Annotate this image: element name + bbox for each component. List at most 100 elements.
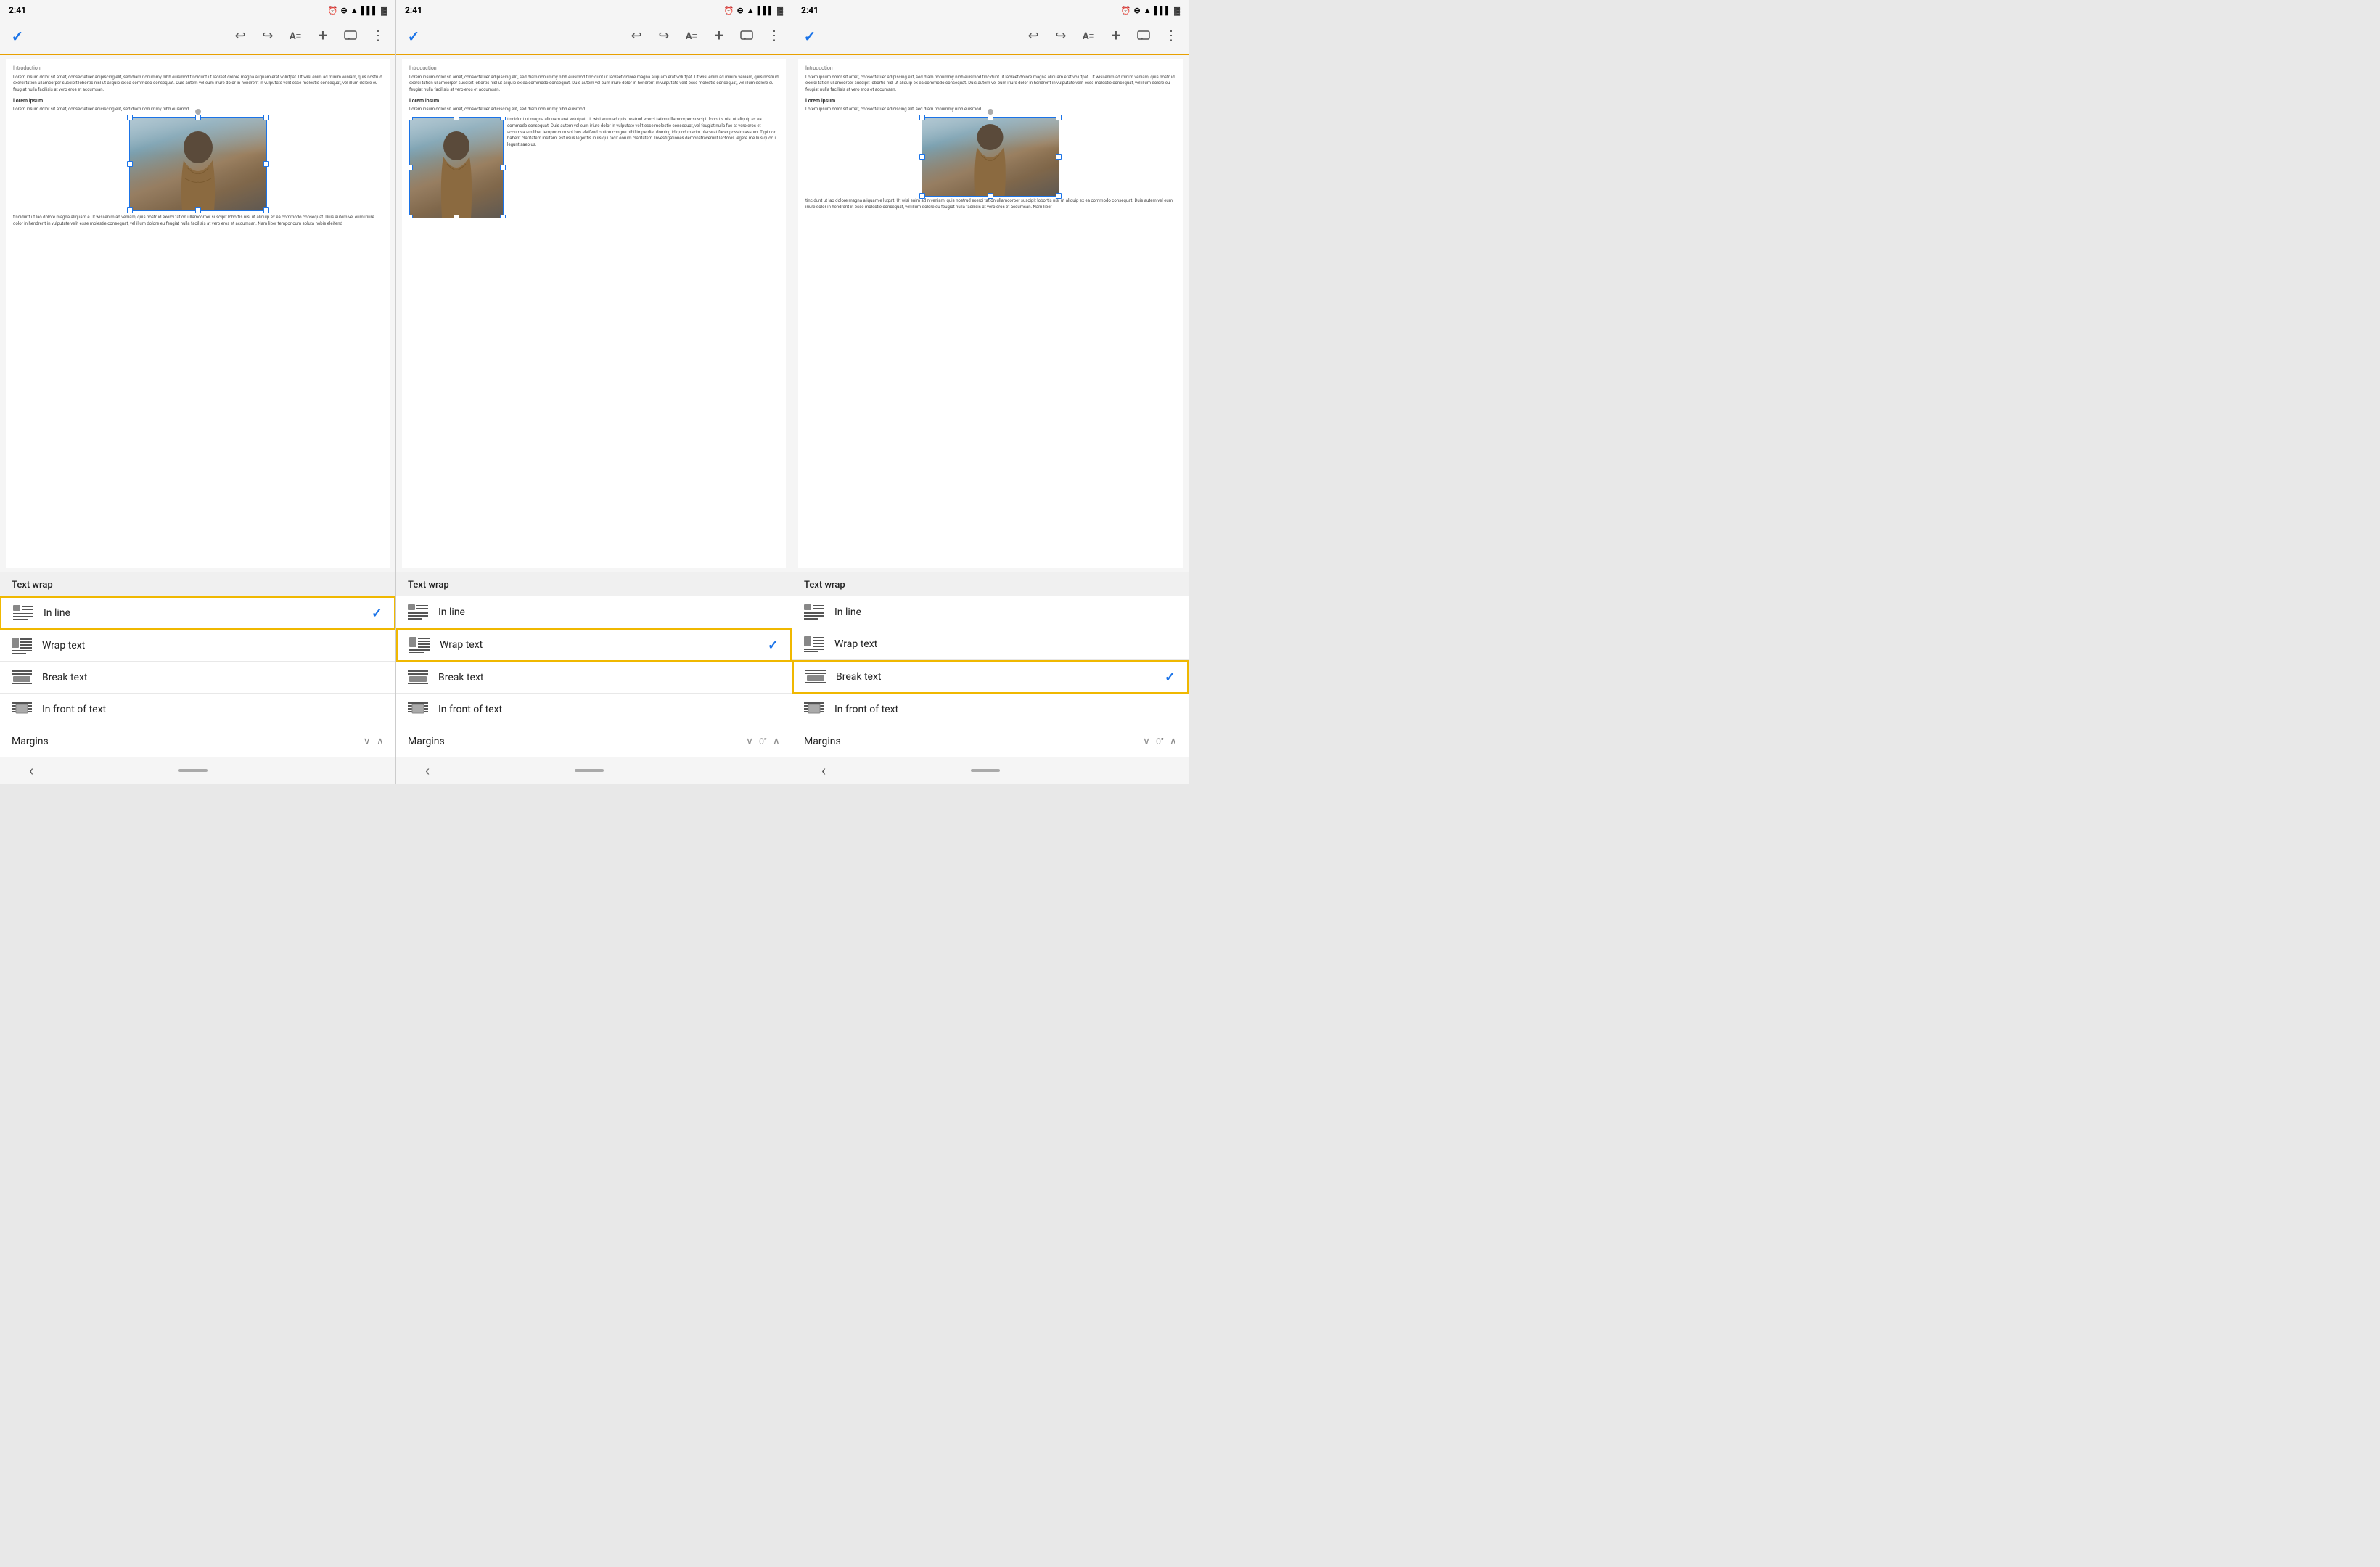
- redo-button[interactable]: ↪: [256, 25, 279, 48]
- margins-label-3: Margins: [804, 736, 1143, 747]
- margins-up-1[interactable]: ∧: [377, 736, 384, 747]
- inline-label-1: In line: [44, 607, 372, 619]
- body-text-2: Lorem ipsum dolor sit amet, consectetuer…: [409, 75, 779, 94]
- undo-button-2[interactable]: ↩: [625, 25, 648, 48]
- textwrap-break-3[interactable]: Break text ✓: [792, 660, 1189, 694]
- status-bar-2: 2:41 ⏰ ⊖ ▲ ▌▌▌ ▓: [396, 0, 792, 20]
- wrap-icon-1: [12, 638, 32, 654]
- comment-button-2[interactable]: [735, 25, 758, 48]
- check-button-3[interactable]: ✓: [798, 25, 821, 48]
- front-icon-2: [408, 702, 428, 717]
- toolbar-1: ✓ ↩ ↪ A≡ + ⋮: [0, 20, 395, 52]
- front-label-2: In front of text: [438, 704, 780, 715]
- back-button-1[interactable]: ‹: [29, 762, 33, 779]
- back-button-2[interactable]: ‹: [425, 762, 430, 779]
- inline-check-1: ✓: [372, 606, 382, 621]
- comment-button-3[interactable]: [1132, 25, 1155, 48]
- wifi-icon-3: ▲: [1144, 6, 1152, 15]
- intro-label-2: Introduction: [409, 65, 779, 73]
- body-text-3: Lorem ipsum dolor sit amet, consectetuer…: [805, 75, 1175, 94]
- redo-button-3[interactable]: ↪: [1049, 25, 1072, 48]
- more-button-3[interactable]: ⋮: [1160, 25, 1183, 48]
- format-button-3[interactable]: A≡: [1077, 25, 1100, 48]
- intro-label-3: Introduction: [805, 65, 1175, 73]
- wifi-icon: ▲: [350, 6, 358, 15]
- format-button-2[interactable]: A≡: [680, 25, 703, 48]
- signal-icon-3: ▌▌▌: [1154, 6, 1171, 15]
- status-icons-1: ⏰ ⊖ ▲ ▌▌▌ ▓: [328, 6, 387, 15]
- textwrap-inline-1[interactable]: In line ✓: [0, 596, 395, 630]
- image-container-1[interactable]: [13, 117, 382, 211]
- margins-down-1[interactable]: ∨: [364, 736, 371, 747]
- add-button-3[interactable]: +: [1104, 25, 1128, 48]
- wrap-icon-2: [409, 637, 430, 653]
- status-icons-2: ⏰ ⊖ ▲ ▌▌▌ ▓: [724, 6, 783, 15]
- front-label-1: In front of text: [42, 704, 384, 715]
- check-button-2[interactable]: ✓: [402, 25, 425, 48]
- signal-icon-2: ▌▌▌: [758, 6, 774, 15]
- toolbar-3: ✓ ↩ ↪ A≡ + ⋮: [792, 20, 1189, 52]
- margins-up-2[interactable]: ∧: [773, 736, 780, 747]
- textwrap-break-1[interactable]: Break text: [0, 662, 395, 694]
- nav-bar-2: ‹: [396, 757, 792, 784]
- margins-up-3[interactable]: ∧: [1170, 736, 1177, 747]
- more-button[interactable]: ⋮: [366, 25, 390, 48]
- wrap-label-1: Wrap text: [42, 640, 384, 651]
- inline-label-3: In line: [834, 606, 1177, 618]
- alarm-icon-2: ⏰: [724, 6, 734, 15]
- textwrap-section-3: Text wrap In line: [792, 572, 1189, 757]
- document-2: Introduction Lorem ipsum dolor sit amet,…: [402, 59, 786, 568]
- wrap-label-3: Wrap text: [834, 638, 1177, 650]
- inline-icon-2: [408, 604, 428, 620]
- textwrap-inline-3[interactable]: In line: [792, 596, 1189, 628]
- textwrap-inline-2[interactable]: In line: [396, 596, 792, 628]
- inline-label-2: In line: [438, 606, 780, 618]
- undo-button-3[interactable]: ↩: [1022, 25, 1045, 48]
- home-indicator-2: [575, 769, 604, 772]
- add-button[interactable]: +: [311, 25, 335, 48]
- home-indicator-3: [971, 769, 1000, 772]
- status-icons-3: ⏰ ⊖ ▲ ▌▌▌ ▓: [1121, 6, 1180, 15]
- status-bar-3: 2:41 ⏰ ⊖ ▲ ▌▌▌ ▓: [792, 0, 1189, 20]
- redo-button-2[interactable]: ↪: [652, 25, 676, 48]
- document-3: Introduction Lorem ipsum dolor sit amet,…: [798, 59, 1183, 568]
- undo-button[interactable]: ↩: [229, 25, 252, 48]
- textwrap-wrap-2[interactable]: Wrap text ✓: [396, 628, 792, 662]
- add-button-2[interactable]: +: [707, 25, 731, 48]
- margins-down-2[interactable]: ∨: [746, 736, 753, 747]
- time-2: 2:41: [405, 5, 422, 15]
- break-icon-2: [408, 670, 428, 686]
- textwrap-wrap-3[interactable]: Wrap text: [792, 628, 1189, 660]
- sub-text-3: Lorem ipsum dolor sit amet, consectetuer…: [805, 107, 1175, 113]
- margins-row-1: Margins ∨ ∧: [0, 725, 395, 757]
- textwrap-header-1: Text wrap: [0, 572, 395, 596]
- textwrap-front-3[interactable]: In front of text: [792, 694, 1189, 725]
- battery-icon-2: ▓: [777, 6, 783, 15]
- margins-row-3: Margins ∨ 0" ∧: [792, 725, 1189, 757]
- textwrap-front-2[interactable]: In front of text: [396, 694, 792, 725]
- margins-down-3[interactable]: ∨: [1143, 736, 1150, 747]
- progress-line-2: [396, 54, 792, 55]
- sub-text-2: Lorem ipsum dolor sit amet, consectetuer…: [409, 107, 779, 113]
- time-1: 2:41: [9, 5, 26, 15]
- textwrap-wrap-1[interactable]: Wrap text: [0, 630, 395, 662]
- image-container-2[interactable]: tincidunt ut magna aliquam erat volutpat…: [409, 117, 779, 218]
- front-icon-3: [804, 702, 824, 717]
- comment-button[interactable]: [339, 25, 362, 48]
- battery-icon: ▓: [381, 6, 387, 15]
- back-button-3[interactable]: ‹: [821, 762, 826, 779]
- image-container-3[interactable]: [805, 117, 1175, 197]
- break-check-3: ✓: [1165, 670, 1175, 685]
- textwrap-section-2: Text wrap In line: [396, 572, 792, 757]
- more-button-2[interactable]: ⋮: [763, 25, 786, 48]
- document-1: Introduction Lorem ipsum dolor sit amet,…: [6, 59, 390, 568]
- check-button[interactable]: ✓: [6, 25, 29, 48]
- format-button[interactable]: A≡: [284, 25, 307, 48]
- minus-circle-icon-2: ⊖: [736, 6, 743, 15]
- battery-icon-3: ▓: [1174, 6, 1180, 15]
- textwrap-front-1[interactable]: In front of text: [0, 694, 395, 725]
- textwrap-break-2[interactable]: Break text: [396, 662, 792, 694]
- status-bar-1: 2:41 ⏰ ⊖ ▲ ▌▌▌ ▓: [0, 0, 395, 20]
- margins-label-1: Margins: [12, 736, 364, 747]
- wrap-check-2: ✓: [768, 638, 779, 653]
